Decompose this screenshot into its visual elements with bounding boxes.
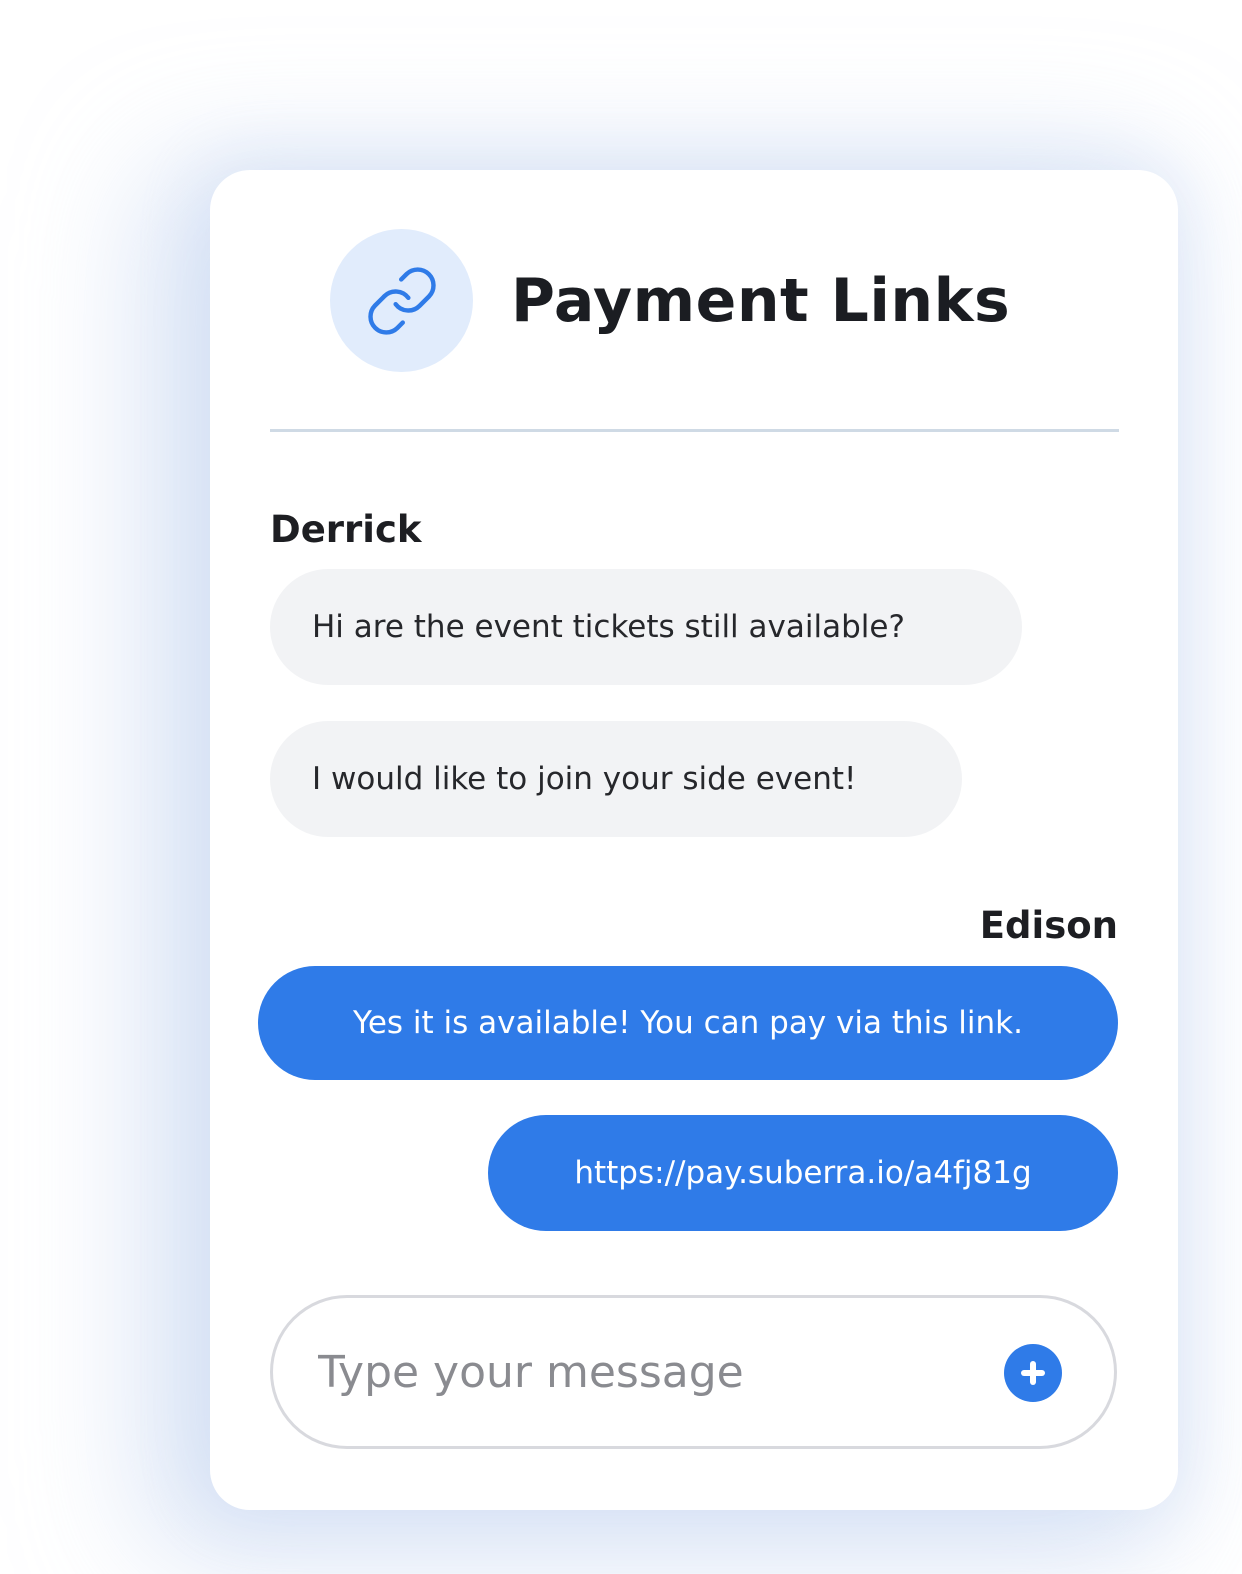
header-divider xyxy=(270,429,1119,432)
outgoing-message: Yes it is available! You can pay via thi… xyxy=(258,966,1118,1080)
page-title: Payment Links xyxy=(511,265,1011,336)
payment-link-message[interactable]: https://pay.suberra.io/a4fj81g xyxy=(488,1115,1118,1231)
message-composer xyxy=(270,1295,1117,1449)
chat-card: Payment Links Derrick Hi are the event t… xyxy=(210,170,1178,1510)
link-icon xyxy=(330,229,473,372)
plus-icon xyxy=(1018,1358,1048,1388)
sender-name-edison: Edison xyxy=(979,904,1118,947)
add-button[interactable] xyxy=(1004,1344,1062,1402)
sender-name-derrick: Derrick xyxy=(270,508,422,551)
incoming-message: I would like to join your side event! xyxy=(270,721,962,837)
card-header: Payment Links xyxy=(330,229,1010,372)
message-input[interactable] xyxy=(318,1346,958,1398)
incoming-message: Hi are the event tickets still available… xyxy=(270,569,1022,685)
